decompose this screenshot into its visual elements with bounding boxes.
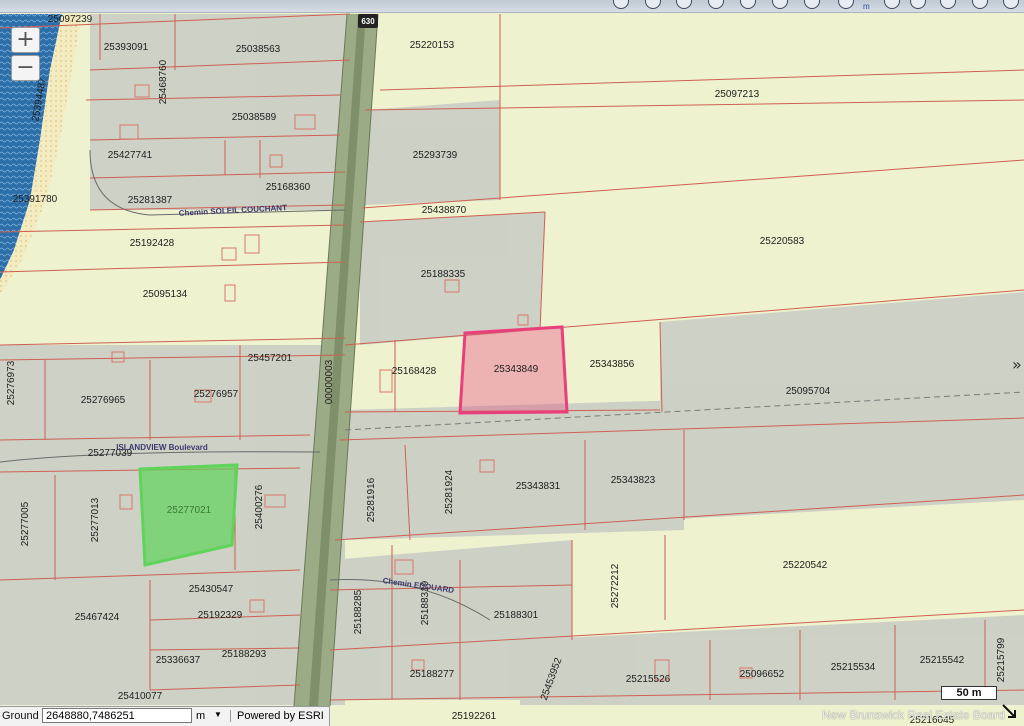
print-tool-icon[interactable] [772,0,788,9]
close-tool-icon[interactable] [1003,0,1019,9]
parcel-label: 25276973 [6,360,17,405]
parcel-label: 25336637 [156,655,201,666]
parcel-label: 25097239 [48,14,93,25]
parcel-label: 25192261 [452,711,497,722]
parcel-label: 25343831 [516,481,561,492]
parcel-label: 25220153 [410,40,455,51]
help-tool-icon[interactable] [884,0,900,9]
parcel-label: 25168428 [392,366,437,377]
parcel-label: 25095704 [786,386,831,397]
pan-tool-icon[interactable] [676,0,692,9]
parcel-label: 25220542 [783,560,828,571]
parcel-label: 25277005 [20,501,31,546]
info-tool-icon[interactable] [613,0,629,9]
parcel-label: 25215542 [920,655,965,666]
parcel-label: 25430547 [189,584,234,595]
parcel-label: 25215534 [831,662,876,673]
parcel-label: 25468760 [158,59,169,104]
select-tool-icon[interactable] [645,0,661,9]
parcel-label: 25038563 [236,44,281,55]
coordinate-field[interactable] [42,708,192,723]
parcel-label: 25343849 [494,364,539,375]
parcel-label: 25188335 [421,269,466,280]
parcel-label: 25192329 [198,610,243,621]
parcel-label: 25457201 [248,353,293,364]
parcel-label: 25095134 [143,289,188,300]
parcel-label: 25281916 [366,477,377,522]
parcel-label: 25188293 [222,649,267,660]
unit-dropdown-icon[interactable]: ▼ [214,710,222,719]
toolbar: m [0,0,1024,13]
measure-unit-label: m [863,2,870,11]
parcel-label: 25096652 [740,669,785,680]
parcel-label: 25097213 [715,89,760,100]
street-label: ISLANDVIEW Boulevard [116,443,208,452]
bookmark-tool-icon[interactable] [910,0,926,9]
measure-tool-icon[interactable] [838,0,854,9]
parcel-label: 25276957 [194,389,239,400]
parcel-label: 25168360 [266,182,311,193]
parcel-label: 25188285 [353,589,364,634]
parcel-label: 25391780 [13,194,58,205]
expand-panel-icon[interactable]: » [1012,355,1024,379]
unit-label[interactable]: m [196,710,205,722]
zoom-in-button[interactable]: + [11,27,40,53]
parcel-label: 25188301 [494,610,539,621]
scale-bar: 50 m [941,686,997,700]
parcel-label: 25281924 [444,469,455,514]
settings-tool-icon[interactable] [940,0,956,9]
parcel-label: 25215799 [996,637,1007,682]
parcel-label: 25277021 [167,505,212,516]
watermark: New Brunswick Real Estate Board [822,708,1005,722]
ground-label: Ground [2,710,39,722]
road-code-label: 00000003 [324,359,335,404]
parcel-label: 25276965 [81,395,126,406]
parcel-label: 25293739 [413,150,458,161]
layers-tool-icon[interactable] [708,0,724,9]
status-bar: Ground m ▼ Powered by ESRI [0,706,330,726]
parcel-label: 25215526 [626,674,671,685]
parcel-label: 25343856 [590,359,635,370]
powered-by-label: Powered by ESRI [230,710,324,722]
identify-tool-icon[interactable] [804,0,820,9]
parcel-label: 25220583 [760,236,805,247]
parcel-label: 25410077 [118,691,163,702]
route-shield-icon: 630 [358,14,378,28]
zoom-out-button[interactable]: − [11,55,40,81]
parcel-label: 25272212 [610,563,621,608]
parcel-label: 25427741 [108,150,153,161]
parcel-label: 25438870 [422,205,467,216]
parcel-label: 25393091 [104,42,149,53]
parcel-label: 25192428 [130,238,175,249]
parcel-label: 25467424 [75,612,120,623]
hand-tool-icon[interactable] [740,0,756,9]
parcel-label: 25281387 [128,195,173,206]
map-canvas[interactable]: 630 2509723925393091 2503856325394487 2546… [0,0,1024,726]
svg-text:630: 630 [361,17,375,26]
parcel-label: 25343823 [611,475,656,486]
parcel-label: 25188277 [410,669,455,680]
fullscreen-tool-icon[interactable] [972,0,988,9]
parcel-label: 25038589 [232,112,277,123]
parcel-label: 25400276 [254,484,265,529]
parcel-label: 25277013 [90,497,101,542]
